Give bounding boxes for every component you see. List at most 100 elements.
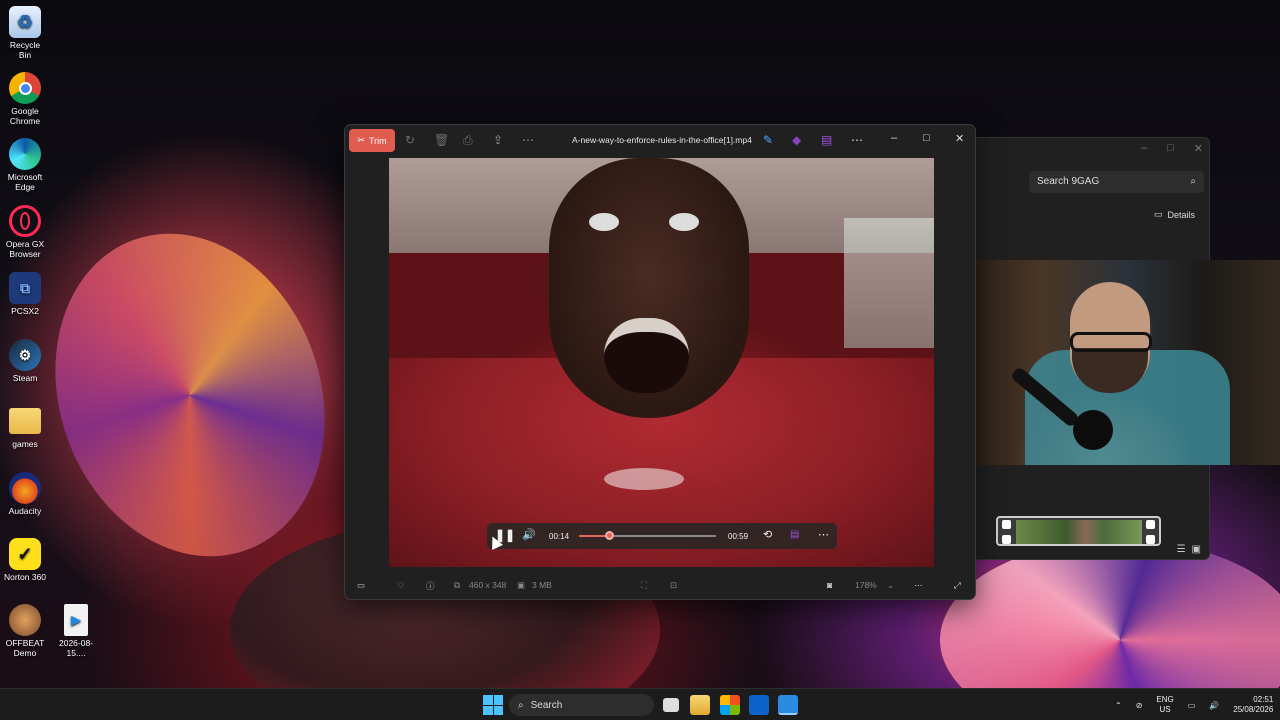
language-code: ENG — [1156, 695, 1174, 704]
desktop-icon-norton[interactable]: ✓ Norton 360 — [3, 538, 47, 582]
desktop-icon-label: Microsoft Edge — [7, 172, 43, 192]
recycle-bin-icon: ♻ — [9, 6, 41, 38]
desktop-icon-label: Opera GX Browser — [5, 239, 45, 259]
volume-icon[interactable]: 🔊 — [1209, 701, 1219, 710]
media-player-window[interactable]: ✂ Trim ↻ 🗑 ⎙ ⇪ ⋯ A-new-way-to-enforce-ru… — [344, 124, 976, 600]
video-subject-eye — [589, 213, 619, 231]
details-button[interactable]: ▭ Details — [1154, 209, 1195, 220]
chevron-up-icon[interactable]: ⌃ — [1115, 701, 1122, 710]
print-icon[interactable]: ⎙ — [463, 133, 473, 148]
more-options-icon[interactable]: ⋯ — [818, 528, 829, 541]
desktop-icon-recycle-bin[interactable]: ♻ Recycle Bin — [3, 6, 47, 60]
screenshot-icon[interactable]: ◙ — [827, 580, 832, 590]
search-input[interactable]: Search 9GAG ⌕ — [1029, 171, 1204, 193]
share-icon[interactable]: ⇪ — [493, 133, 503, 147]
clipchamp-icon[interactable]: ▤ — [821, 133, 832, 147]
display-icon[interactable]: ▭ — [1188, 701, 1196, 710]
volume-icon[interactable]: 🔊 — [522, 528, 536, 541]
desktop-icon-offbeat[interactable]: OFFBEAT Demo — [3, 604, 47, 658]
webcam-glasses — [1070, 332, 1152, 352]
search-placeholder: Search 9GAG — [1037, 176, 1100, 187]
delete-icon[interactable]: 🗑 — [434, 133, 449, 147]
edit-icon[interactable]: ✎ — [763, 133, 773, 147]
trim-handle[interactable] — [1002, 535, 1011, 544]
desktop-icon-video-file[interactable]: ▶ 2026-08-15.... — [52, 604, 100, 658]
filmstrip-icon[interactable]: ▭ — [357, 580, 365, 591]
details-label: Details — [1167, 209, 1195, 220]
seek-bar-thumb[interactable] — [605, 531, 615, 540]
video-thumbnail-strip[interactable] — [996, 516, 1161, 546]
region-code: US — [1159, 705, 1171, 714]
video-background — [844, 218, 934, 348]
store-icon[interactable] — [720, 695, 740, 715]
close-icon[interactable]: ✕ — [955, 132, 964, 145]
file-explorer-icon[interactable] — [690, 695, 710, 715]
offbeat-icon — [9, 604, 41, 636]
chrome-icon — [9, 72, 41, 104]
opera-gx-icon — [9, 205, 41, 237]
view-toggle: ☰ ▣ — [1177, 544, 1201, 555]
taskbar: ⌕ Search ⌃ ⊘ ENG US ▭ 🔊 02:51 25/08/2026 — [0, 688, 1280, 720]
minimize-icon[interactable]: – — [1141, 142, 1147, 155]
seek-bar[interactable] — [579, 531, 716, 540]
desktop-icon-label: games — [12, 439, 38, 449]
pcsx2-icon: ⧉ — [9, 272, 41, 304]
total-time: 00:59 — [728, 532, 749, 541]
minimize-icon[interactable]: – — [891, 132, 897, 144]
video-dimensions: 460 x 348 — [469, 580, 507, 590]
desktop-icon-label: Recycle Bin — [9, 40, 41, 60]
start-icon[interactable] — [483, 695, 503, 715]
video-frame[interactable] — [389, 158, 934, 567]
video-subject-mouth — [604, 318, 689, 393]
outlook-icon[interactable] — [749, 695, 769, 715]
thumbnail-frame — [1016, 520, 1142, 544]
fit-to-window-icon[interactable]: ⛶ — [641, 580, 647, 591]
desktop-icon-label: PCSX2 — [11, 306, 39, 316]
video-subject-logo — [604, 468, 684, 490]
network-off-icon[interactable]: ⊘ — [1136, 701, 1143, 710]
trim-handle[interactable] — [1002, 520, 1011, 529]
wallpaper-ribbon — [11, 195, 369, 595]
zoom-level[interactable]: 178% — [855, 580, 877, 590]
desktop-icon-audacity[interactable]: Audacity — [3, 472, 47, 516]
taskbar-search[interactable]: ⌕ Search — [509, 694, 654, 716]
desktop-icon-games[interactable]: games — [3, 405, 47, 449]
clock[interactable]: 02:51 25/08/2026 — [1233, 695, 1273, 715]
more-options-icon[interactable]: ⋯ — [914, 580, 923, 591]
desktop-icon-steam[interactable]: ⚙ Steam — [3, 339, 47, 383]
fullscreen-icon[interactable]: ⤢ — [954, 580, 961, 591]
desktop-icon-edge[interactable]: Microsoft Edge — [3, 138, 47, 192]
actual-size-icon[interactable]: ⊡ — [670, 580, 677, 591]
desktop-icon-opera-gx[interactable]: Opera GX Browser — [3, 205, 47, 259]
more-options-icon[interactable]: ⋯ — [522, 133, 534, 147]
trim-icon: ✂ — [357, 135, 365, 145]
repeat-off-icon[interactable]: ⟲ — [763, 528, 772, 541]
list-view-icon[interactable]: ☰ — [1177, 544, 1186, 555]
language-indicator[interactable]: ENG US — [1156, 695, 1173, 715]
desktop-icon-chrome[interactable]: Google Chrome — [3, 72, 47, 126]
task-view-icon[interactable] — [663, 698, 679, 712]
desktop-icon-pcsx2[interactable]: ⧉ PCSX2 — [3, 272, 47, 316]
file-size: 3 MB — [532, 580, 552, 590]
more-options-icon[interactable]: ⋯ — [851, 133, 863, 147]
trim-handle[interactable] — [1146, 535, 1155, 544]
close-icon[interactable]: ✕ — [1194, 142, 1203, 155]
info-icon[interactable]: ⓘ — [426, 580, 435, 592]
trim-handle[interactable] — [1146, 520, 1155, 529]
media-player-icon[interactable] — [778, 695, 798, 715]
desktop-icon-label: Audacity — [8, 506, 42, 516]
chevron-down-icon[interactable]: ⌄ — [887, 580, 894, 591]
playback-controls: ❚❚ 🔊 00:14 00:59 ⟲ ▤ ⋯ — [487, 523, 837, 549]
trim-button[interactable]: ✂ Trim — [349, 129, 395, 152]
file-title: A-new-way-to-enforce-rules-in-the-office… — [572, 135, 752, 145]
rotate-icon[interactable]: ↻ — [405, 133, 415, 147]
steam-icon: ⚙ — [9, 339, 41, 371]
grid-view-icon[interactable]: ▣ — [1192, 544, 1201, 555]
effects-icon[interactable]: ◆ — [792, 133, 801, 147]
clipchamp-icon[interactable]: ▤ — [790, 529, 799, 540]
favorite-icon[interactable]: ♡ — [397, 580, 405, 591]
maximize-icon[interactable]: □ — [1167, 142, 1174, 155]
edge-icon — [9, 138, 41, 170]
maximize-icon[interactable]: □ — [923, 132, 930, 144]
desktop-icon-label: Google Chrome — [9, 106, 41, 126]
